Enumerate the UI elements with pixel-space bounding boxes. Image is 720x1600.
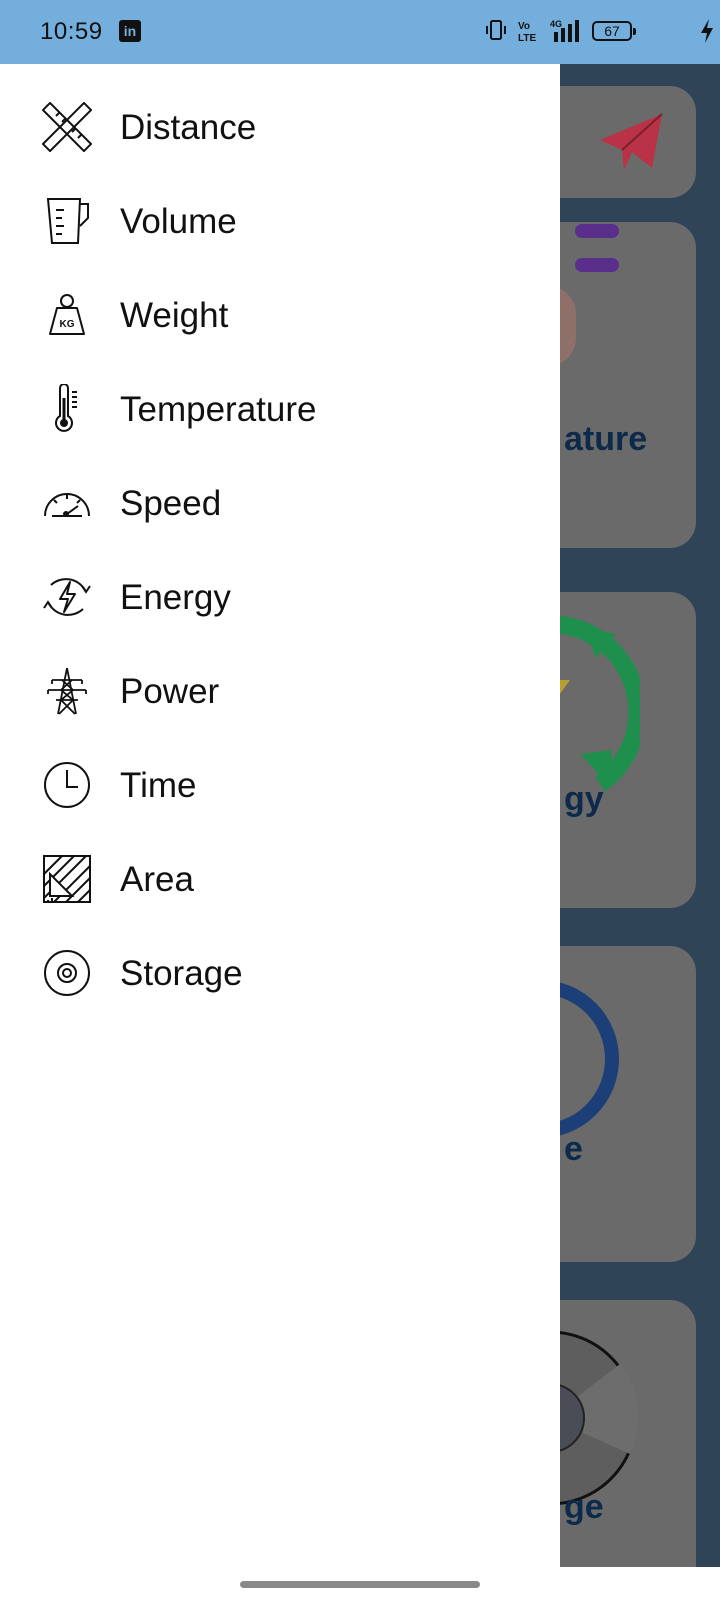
drawer-item-area[interactable]: Area: [0, 834, 560, 928]
drawer-item-label: Weight: [120, 296, 229, 335]
drawer-item-volume[interactable]: Volume: [0, 176, 560, 270]
thermometer-icon: [55, 384, 77, 432]
power-tower-icon: [47, 667, 87, 715]
time-card-label: e: [564, 1130, 583, 1168]
battery-icon: 67: [592, 21, 636, 41]
status-bar: 10:59 in Vo LTE 4G 67: [0, 0, 720, 64]
drawer-item-speed[interactable]: Speed: [0, 458, 560, 552]
drawer-item-time[interactable]: Time: [0, 740, 560, 834]
drawer-item-label: Volume: [120, 202, 237, 241]
area-triangle-icon: [43, 855, 91, 903]
linkedin-icon: in: [119, 20, 141, 42]
temperature-card-label: ature: [564, 420, 648, 458]
drawer-item-label: Power: [120, 672, 220, 711]
drawer-item-label: Speed: [120, 484, 222, 523]
send-icon: [600, 113, 663, 170]
energy-cycle-icon: [43, 578, 91, 616]
measuring-jug-icon: [46, 198, 89, 244]
charging-icon: [701, 19, 713, 43]
clock-icon: [44, 762, 90, 808]
kg-weight-icon: KG: [49, 294, 85, 335]
drawer-item-energy[interactable]: Energy: [0, 552, 560, 646]
drawer-item-label: Storage: [120, 954, 243, 993]
menu-bar-icon-2: [575, 258, 619, 272]
svg-text:LTE: LTE: [518, 33, 536, 44]
4g-signal-icon: 4G: [550, 19, 579, 42]
drawer-item-label: Energy: [120, 578, 231, 617]
drawer-item-label: Temperature: [120, 390, 317, 429]
status-icons: Vo LTE 4G: [460, 0, 720, 64]
navigation-drawer: Distance Volume KG Weight Temperature Sp…: [0, 64, 560, 1600]
drawer-item-weight[interactable]: KG Weight: [0, 270, 560, 364]
svg-text:Vo: Vo: [518, 21, 530, 32]
drawer-item-label: Time: [120, 766, 197, 805]
status-time: 10:59: [40, 18, 103, 45]
speedometer-icon: [44, 493, 90, 517]
drawer-item-label: Area: [120, 860, 194, 899]
drawer-item-temperature[interactable]: Temperature: [0, 364, 560, 458]
storage-card-label: ge: [564, 1488, 604, 1526]
svg-text:4G: 4G: [550, 19, 562, 29]
drawer-item-label: Distance: [120, 108, 257, 147]
vibrate-icon: [486, 20, 506, 40]
disc-icon: [44, 950, 90, 996]
drawer-item-distance[interactable]: Distance: [0, 82, 560, 176]
menu-bar-icon: [575, 224, 619, 238]
drawer-item-power[interactable]: Power: [0, 646, 560, 740]
drawer-item-storage[interactable]: Storage: [0, 928, 560, 1022]
energy-card-label: gy: [564, 780, 604, 818]
home-indicator[interactable]: [240, 1581, 480, 1588]
ruler-pencil-icon: [42, 102, 92, 152]
volte-icon: Vo LTE: [518, 21, 536, 44]
weight-icon-text: KG: [60, 319, 75, 330]
